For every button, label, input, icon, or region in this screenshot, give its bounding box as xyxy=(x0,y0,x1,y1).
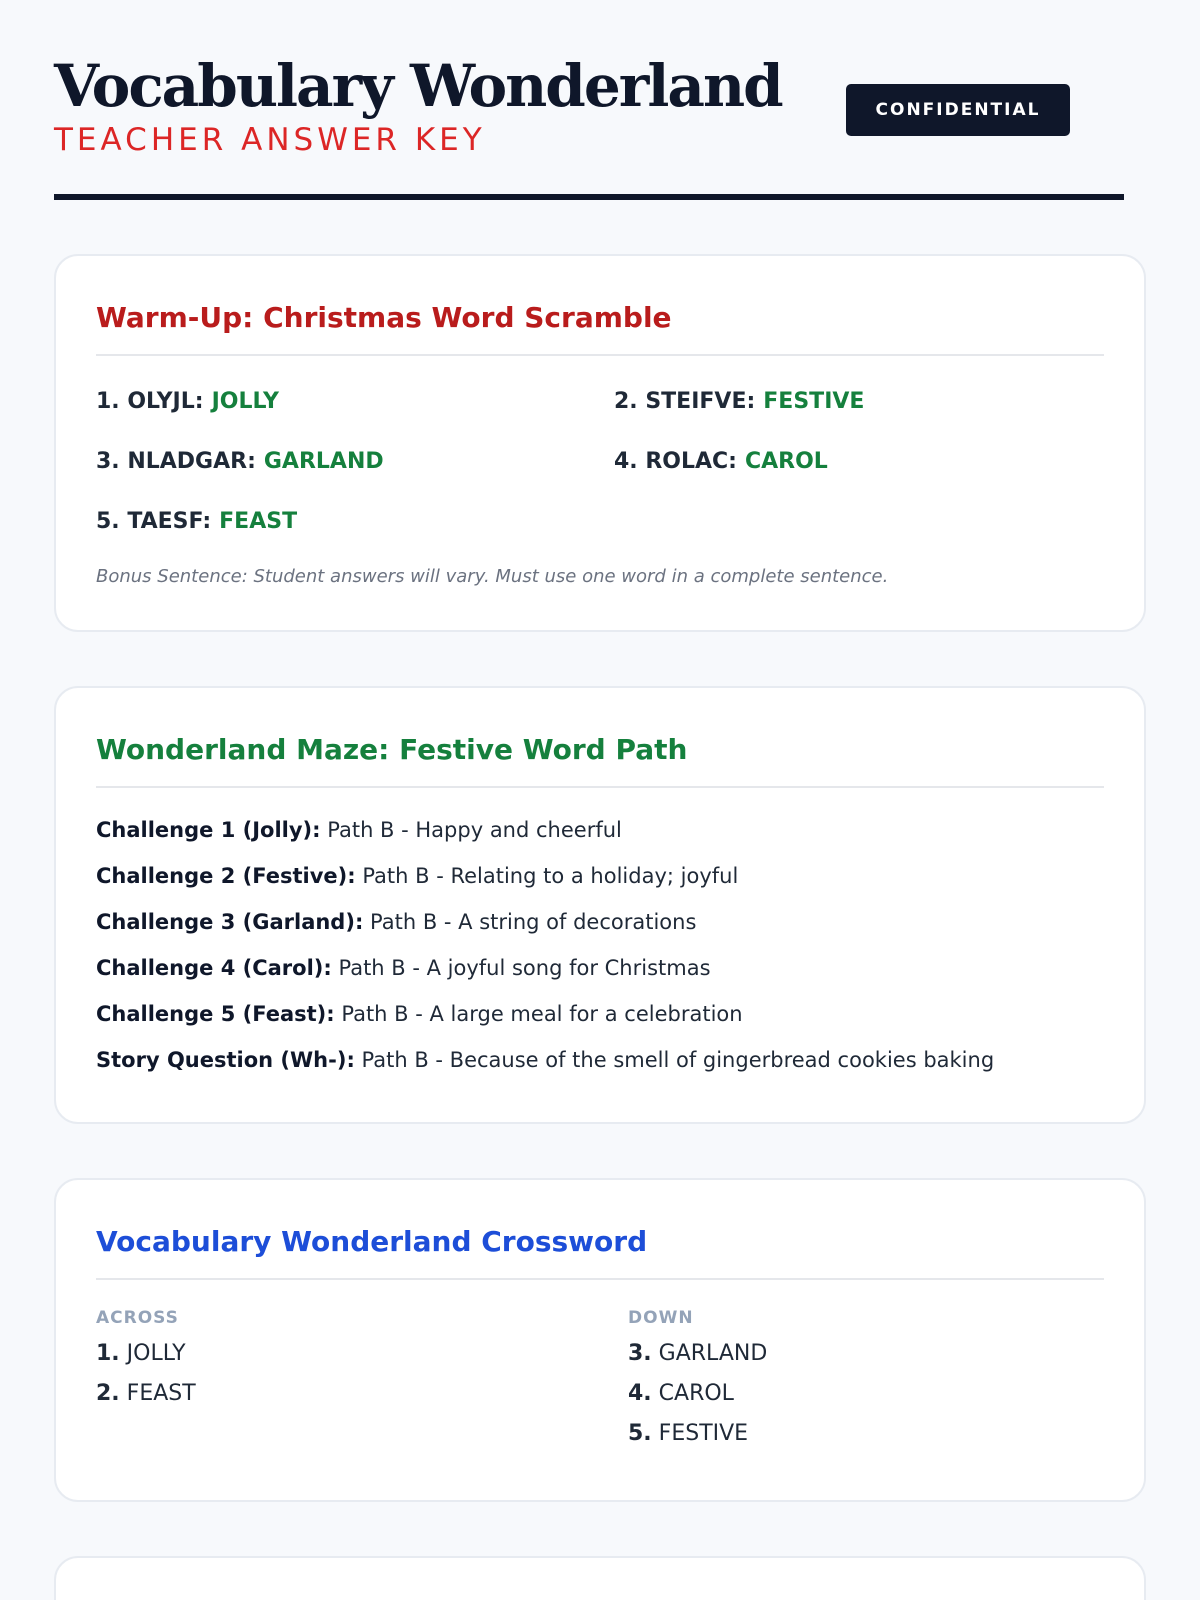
list-item: 5. FESTIVE xyxy=(628,1420,1104,1448)
list-item: 2. FEAST xyxy=(96,1380,628,1408)
clue-number: 3. xyxy=(628,1341,652,1366)
bonus-note: Bonus Sentence: Student answers will var… xyxy=(96,566,889,587)
challenge-answer: Path B - A string of decorations xyxy=(370,910,697,934)
challenge-answer: Path B - Relating to a holiday; joyful xyxy=(362,864,739,888)
clue-answer: FESTIVE xyxy=(658,1421,749,1446)
scramble-answer: FESTIVE xyxy=(763,389,865,414)
scramble-answer: CAROL xyxy=(744,449,828,474)
across-heading: ACROSS xyxy=(96,1308,179,1328)
down-heading: DOWN xyxy=(628,1308,694,1328)
challenge-label: Challenge 2 (Festive): xyxy=(96,864,356,888)
list-item: Challenge 2 (Festive): Path B - Relating… xyxy=(96,860,1104,892)
challenge-label: Story Question (Wh-): xyxy=(96,1048,355,1072)
maze-card: Wonderland Maze: Festive Word Path Chall… xyxy=(54,686,1146,1124)
scramble-answer: GARLAND xyxy=(263,449,384,474)
scramble-prompt: 5. TAESF: xyxy=(96,509,212,534)
across-column: ACROSS 1. JOLLY 2. FEAST xyxy=(96,1308,628,1460)
list-item: Challenge 1 (Jolly): Path B - Happy and … xyxy=(96,814,1104,846)
scramble-item: 4. ROLAC: CAROL xyxy=(614,446,1104,478)
list-item: Challenge 3 (Garland): Path B - A string… xyxy=(96,906,1104,938)
challenge-answer: Path B - Because of the smell of gingerb… xyxy=(361,1048,995,1072)
scramble-item: 3. NLADGAR: GARLAND xyxy=(96,446,614,478)
challenge-answer: Path B - A joyful song for Christmas xyxy=(338,956,711,980)
scramble-item: 5. TAESF: FEAST xyxy=(96,506,614,538)
challenge-label: Challenge 3 (Garland): xyxy=(96,910,364,934)
next-card xyxy=(54,1556,1146,1600)
list-item: Story Question (Wh-): Path B - Because o… xyxy=(96,1044,1104,1076)
challenge-answer: Path B - Happy and cheerful xyxy=(327,818,622,842)
scramble-answers: 1. OLYJL: JOLLY 2. STEIFVE: FESTIVE 3. NLA… xyxy=(96,386,1104,538)
list-item: 1. JOLLY xyxy=(96,1340,628,1368)
scramble-title: Warm-Up: Christmas Word Scramble xyxy=(96,256,1104,356)
crossword-card: Vocabulary Wonderland Crossword ACROSS 1… xyxy=(54,1178,1146,1502)
clue-number: 2. xyxy=(96,1381,120,1406)
crossword-answers: ACROSS 1. JOLLY 2. FEAST DOWN 3. GARLAND… xyxy=(96,1308,1104,1460)
scramble-prompt: 4. ROLAC: xyxy=(614,449,737,474)
challenge-label: Challenge 1 (Jolly): xyxy=(96,818,321,842)
clue-answer: CAROL xyxy=(658,1381,734,1406)
challenge-label: Challenge 4 (Carol): xyxy=(96,956,332,980)
list-item: 4. CAROL xyxy=(628,1380,1104,1408)
scramble-item: 1. OLYJL: JOLLY xyxy=(96,386,614,418)
scramble-answer: JOLLY xyxy=(211,389,279,414)
maze-answers: Challenge 1 (Jolly): Path B - Happy and … xyxy=(96,814,1104,1076)
scramble-answer: FEAST xyxy=(219,509,298,534)
clue-answer: FEAST xyxy=(126,1381,196,1406)
header-divider xyxy=(54,194,1124,200)
scramble-card: Warm-Up: Christmas Word Scramble 1. OLYJ… xyxy=(54,254,1146,632)
answer-key-page: Vocabulary Wonderland TEACHER ANSWER KEY… xyxy=(0,0,1200,1600)
maze-title: Wonderland Maze: Festive Word Path xyxy=(96,688,1104,788)
list-item: Challenge 4 (Carol): Path B - A joyful s… xyxy=(96,952,1104,984)
clue-answer: JOLLY xyxy=(126,1341,186,1366)
challenge-answer: Path B - A large meal for a celebration xyxy=(341,1002,743,1026)
list-item: Challenge 5 (Feast): Path B - A large me… xyxy=(96,998,1104,1030)
clue-answer: GARLAND xyxy=(658,1341,768,1366)
crossword-title: Vocabulary Wonderland Crossword xyxy=(96,1180,1104,1280)
clue-number: 1. xyxy=(96,1341,120,1366)
page-header: Vocabulary Wonderland TEACHER ANSWER KEY… xyxy=(54,0,1146,200)
clue-number: 4. xyxy=(628,1381,652,1406)
down-column: DOWN 3. GARLAND 4. CAROL 5. FESTIVE xyxy=(628,1308,1104,1460)
list-item: 3. GARLAND xyxy=(628,1340,1104,1368)
confidential-badge: CONFIDENTIAL xyxy=(846,84,1070,136)
scramble-prompt: 2. STEIFVE: xyxy=(614,389,756,414)
scramble-prompt: 3. NLADGAR: xyxy=(96,449,256,474)
clue-number: 5. xyxy=(628,1421,652,1446)
challenge-label: Challenge 5 (Feast): xyxy=(96,1002,335,1026)
scramble-item: 2. STEIFVE: FESTIVE xyxy=(614,386,1104,418)
scramble-prompt: 1. OLYJL: xyxy=(96,389,204,414)
